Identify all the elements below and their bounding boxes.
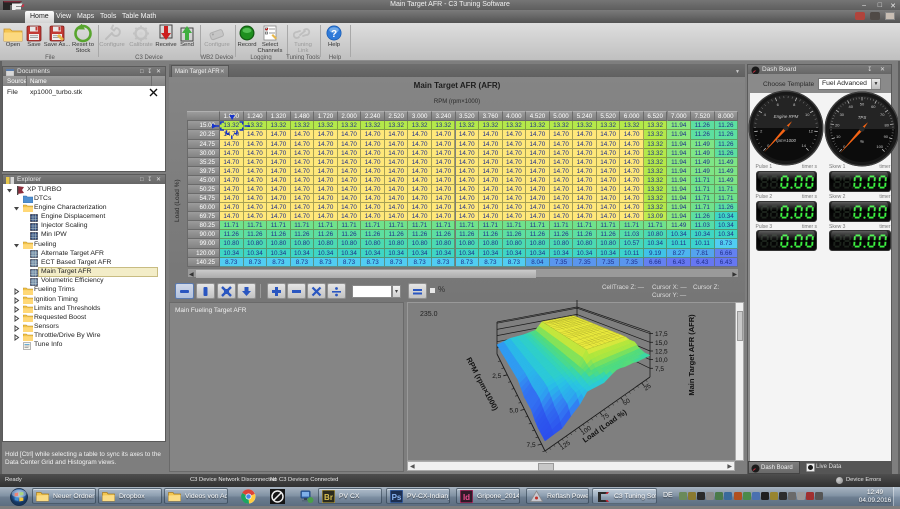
svg-text:Ps: Ps xyxy=(392,493,402,502)
svg-text:Br: Br xyxy=(324,493,333,502)
svg-text:Id: Id xyxy=(463,493,470,502)
svg-text:?: ? xyxy=(331,29,337,40)
